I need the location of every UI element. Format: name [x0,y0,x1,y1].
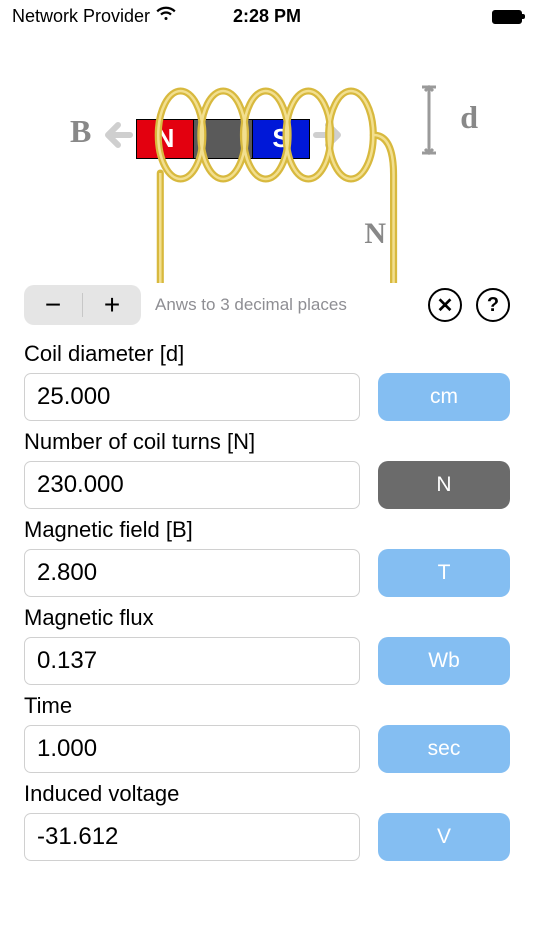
magnet-middle [194,119,252,159]
magnet-south: S [252,119,310,159]
battery-icon [492,10,522,24]
time-unit-button[interactable]: sec [378,725,510,773]
magnet-north: N [136,119,194,159]
flux-row: Wb [24,637,510,685]
decrease-precision-button[interactable]: − [24,285,82,325]
b-axis-label: B [70,113,91,150]
flux-unit-button[interactable]: Wb [378,637,510,685]
turns-label: Number of coil turns [N] [24,429,510,455]
n-axis-label: N [364,217,386,251]
flux-input[interactable] [24,637,360,685]
diameter-label: Coil diameter [d] [24,341,510,367]
voltage-input[interactable] [24,813,360,861]
flux-label: Magnetic flux [24,605,510,631]
help-button[interactable]: ? [476,288,510,322]
magnet-with-arrows: N S [100,115,346,162]
diameter-input[interactable] [24,373,360,421]
turns-row: N [24,461,510,509]
precision-stepper: − + [24,285,141,325]
voltage-label: Induced voltage [24,781,510,807]
time-row: sec [24,725,510,773]
coil-illustration: B d N N S [0,49,534,279]
status-bar: Network Provider 2:28 PM [0,0,534,29]
bfield-row: T [24,549,510,597]
help-icon: ? [487,294,499,317]
diameter-row: cm [24,373,510,421]
time-input[interactable] [24,725,360,773]
clear-button[interactable]: ✕ [428,288,462,322]
voltage-unit-button[interactable]: V [378,813,510,861]
calculator-form: Coil diameter [d] cm Number of coil turn… [0,341,534,861]
bfield-input[interactable] [24,549,360,597]
precision-hint: Anws to 3 decimal places [155,295,414,315]
bfield-label: Magnetic field [B] [24,517,510,543]
time-label: Time [24,693,510,719]
arrow-right-icon [310,115,346,162]
close-icon: ✕ [437,293,454,318]
diameter-unit-button[interactable]: cm [378,373,510,421]
coil-icon [140,83,424,283]
turns-unit-button[interactable]: N [378,461,510,509]
d-axis-label: d [460,99,478,136]
voltage-row: V [24,813,510,861]
turns-input[interactable] [24,461,360,509]
diameter-bracket-icon [420,85,440,155]
bar-magnet: N S [136,119,310,159]
status-time: 2:28 PM [0,6,534,27]
arrow-left-icon [100,115,136,162]
increase-precision-button[interactable]: + [83,285,141,325]
precision-toolbar: − + Anws to 3 decimal places ✕ ? [0,279,534,333]
bfield-unit-button[interactable]: T [378,549,510,597]
